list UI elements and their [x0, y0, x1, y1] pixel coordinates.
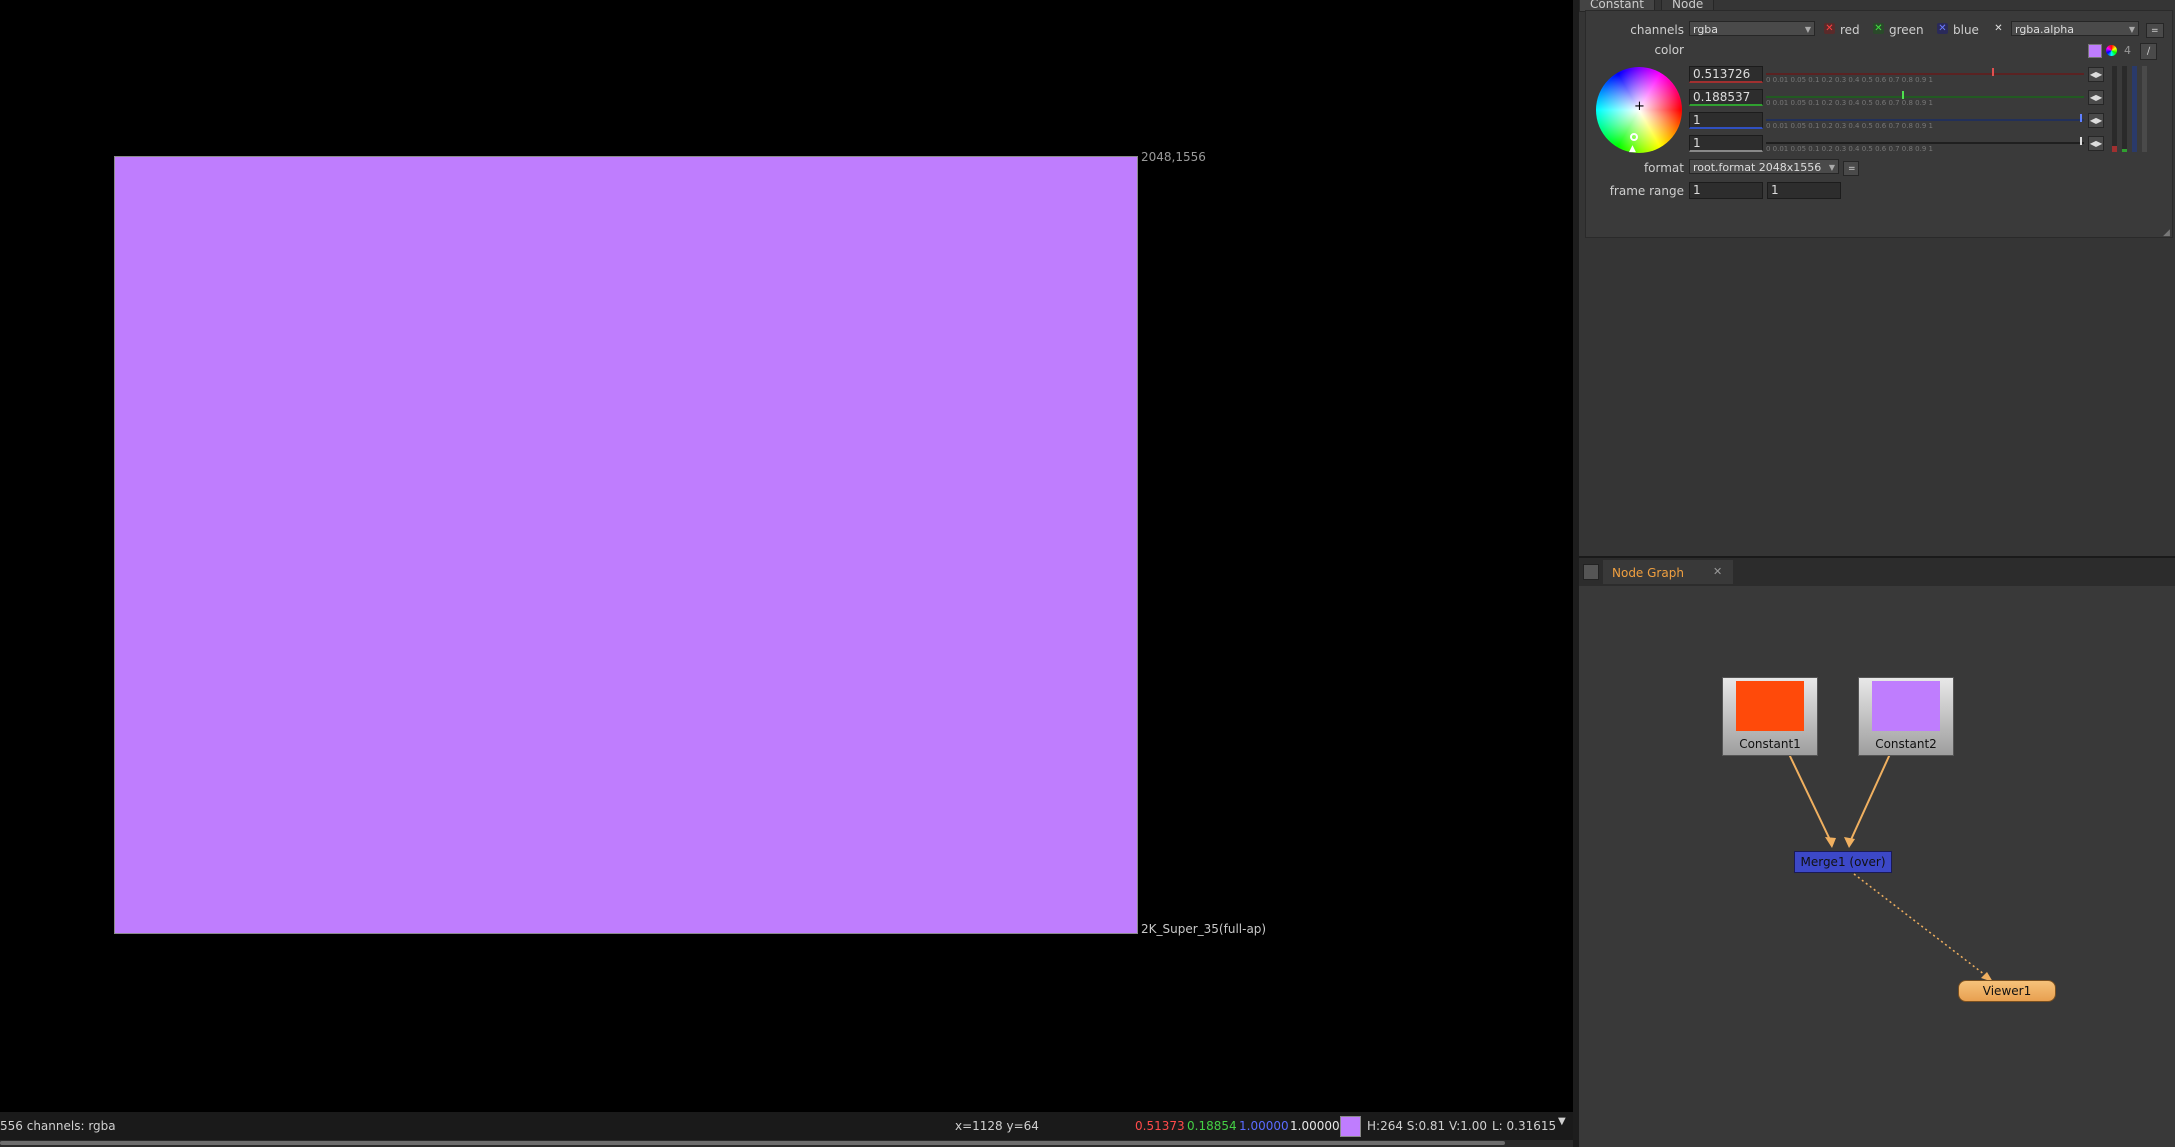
- format-label: format: [1643, 161, 1684, 175]
- arrow-head-b: [1844, 837, 1855, 848]
- slider-handle[interactable]: [2080, 114, 2082, 122]
- alpha-spinner-button[interactable]: ◀▶: [2088, 136, 2104, 151]
- channels-value: rgba: [1693, 23, 1719, 36]
- frame-range-label: frame range: [1609, 184, 1684, 198]
- blue-spinner-button[interactable]: ◀▶: [2088, 113, 2104, 128]
- color-green-field[interactable]: 0.188537: [1689, 89, 1763, 106]
- slider-handle[interactable]: [2080, 137, 2082, 145]
- slider-ticks: 0 0.01 0.05 0.1 0.2 0.3 0.4 0.5 0.6 0.7 …: [1766, 76, 1933, 84]
- cursor-coords: x=1128 y=64: [955, 1119, 1039, 1133]
- color-alpha-field[interactable]: 1: [1689, 135, 1763, 152]
- status-menu-icon[interactable]: ▼: [1558, 1116, 1566, 1127]
- color-blue-field[interactable]: 1: [1689, 112, 1763, 129]
- pixel-blue: 1.00000: [1239, 1119, 1289, 1133]
- pixel-green: 0.18854: [1187, 1119, 1237, 1133]
- node-viewer1[interactable]: Viewer1: [1958, 980, 2056, 1002]
- red-spinner-button[interactable]: ◀▶: [2088, 67, 2104, 82]
- color-blue-slider[interactable]: 0 0.01 0.05 0.1 0.2 0.3 0.4 0.5 0.6 0.7 …: [1766, 112, 2084, 130]
- slider-ticks: 0 0.01 0.05 0.1 0.2 0.3 0.4 0.5 0.6 0.7 …: [1766, 145, 1933, 153]
- color-red-field[interactable]: 0.513726: [1689, 66, 1763, 83]
- blue-checkbox[interactable]: ✕: [1937, 23, 1948, 34]
- alpha-channel-dropdown[interactable]: rgba.alpha ▼: [2011, 21, 2139, 36]
- green-spinner-button[interactable]: ◀▶: [2088, 90, 2104, 105]
- pixel-hsv: H:264 S:0.81 V:1.00: [1367, 1119, 1487, 1133]
- merge1-label: Merge1 (over): [1800, 855, 1886, 869]
- connection-merge-viewer: [1853, 873, 1990, 979]
- wheel-center-crosshair: +: [1634, 99, 1645, 114]
- color-wheel-toggle-icon[interactable]: [2106, 45, 2117, 56]
- alpha-checkbox[interactable]: ✕: [1993, 23, 2004, 34]
- chevron-down-icon: ▼: [1804, 25, 1811, 34]
- node-graph-tabbar: Node Graph ✕: [1579, 556, 2175, 586]
- pixel-swatch: [1340, 1116, 1361, 1137]
- slider-ticks: 0 0.01 0.05 0.1 0.2 0.3 0.4 0.5 0.6 0.7 …: [1766, 99, 1933, 107]
- blue-level-bar: [2132, 66, 2137, 152]
- node-constant2[interactable]: Constant2: [1858, 677, 1954, 756]
- arrow-head-a: [1825, 837, 1836, 848]
- format-dropdown[interactable]: root.format 2048x1556 ▼: [1689, 159, 1839, 174]
- resize-grip-icon[interactable]: ◢: [2163, 228, 2170, 238]
- green-level-bar: [2122, 66, 2127, 152]
- panel-menu-icon[interactable]: [1583, 564, 1599, 580]
- format-value: root.format 2048x1556: [1693, 161, 1822, 174]
- color-swatch-button[interactable]: [2088, 44, 2102, 58]
- red-checkbox[interactable]: ✕: [1824, 23, 1835, 34]
- slider-handle[interactable]: [1902, 91, 1904, 99]
- node-graph-tab-label: Node Graph: [1612, 566, 1684, 580]
- viewer1-label: Viewer1: [1982, 984, 2032, 998]
- constant2-label: Constant2: [1875, 737, 1937, 751]
- wheel-value-marker-icon[interactable]: ▲: [1629, 144, 1636, 154]
- viewer-status-bar: 556 channels: rgba x=1128 y=64 0.51373 0…: [0, 1112, 1573, 1140]
- channel-count-badge: 4: [2124, 44, 2131, 57]
- channels-dropdown[interactable]: rgba ▼: [1689, 21, 1815, 36]
- format-name-label: 2K_Super_35(full-ap): [1141, 922, 1267, 936]
- node-merge1[interactable]: Merge1 (over): [1794, 851, 1892, 873]
- constant2-thumbnail: [1872, 681, 1940, 731]
- status-info: 556 channels: rgba: [0, 1119, 116, 1133]
- constant1-label: Constant1: [1739, 737, 1801, 751]
- connection-constant2-merge: [1848, 753, 1891, 845]
- chevron-down-icon: ▼: [1828, 163, 1835, 172]
- viewer-image[interactable]: [114, 156, 1138, 934]
- chevron-down-icon: ▼: [2128, 25, 2135, 34]
- viewer-scroll-thumb[interactable]: [0, 1141, 1505, 1145]
- green-checkbox[interactable]: ✕: [1873, 23, 1884, 34]
- color-green-slider[interactable]: 0 0.01 0.05 0.1 0.2 0.3 0.4 0.5 0.6 0.7 …: [1766, 89, 2084, 107]
- green-label: green: [1889, 23, 1924, 37]
- tab-node-graph[interactable]: Node Graph ✕: [1603, 560, 1733, 584]
- frame-range-end-field[interactable]: 1: [1767, 182, 1841, 199]
- alpha-level-bar: [2142, 66, 2147, 152]
- format-corner-label: 2048,1556: [1141, 150, 1206, 164]
- channels-label: channels: [1630, 23, 1684, 37]
- wheel-picker-handle[interactable]: [1630, 133, 1638, 141]
- color-alpha-slider[interactable]: 0 0.01 0.05 0.1 0.2 0.3 0.4 0.5 0.6 0.7 …: [1766, 135, 2084, 153]
- red-label: red: [1840, 23, 1860, 37]
- color-red-slider[interactable]: 0 0.01 0.05 0.1 0.2 0.3 0.4 0.5 0.6 0.7 …: [1766, 66, 2084, 84]
- slider-ticks: 0 0.01 0.05 0.1 0.2 0.3 0.4 0.5 0.6 0.7 …: [1766, 122, 1933, 130]
- close-icon[interactable]: ✕: [1713, 565, 1722, 578]
- constant1-thumbnail: [1736, 681, 1804, 731]
- red-level-bar: [2112, 66, 2117, 152]
- color-label: color: [1654, 43, 1684, 57]
- curve-editor-icon[interactable]: ∕: [2140, 43, 2157, 60]
- pixel-luma: L: 0.31615: [1492, 1119, 1557, 1133]
- connection-constant1-merge: [1788, 753, 1833, 845]
- pixel-alpha: 1.00000: [1290, 1119, 1340, 1133]
- frame-range-start-field[interactable]: 1: [1689, 182, 1763, 199]
- node-constant1[interactable]: Constant1: [1722, 677, 1818, 756]
- alpha-channel-value: rgba.alpha: [2015, 23, 2075, 36]
- pixel-red: 0.51373: [1135, 1119, 1185, 1133]
- format-edit-button[interactable]: =: [1843, 161, 1859, 176]
- blue-label: blue: [1953, 23, 1979, 37]
- channels-link-button[interactable]: =: [2146, 23, 2164, 38]
- slider-handle[interactable]: [1992, 68, 1994, 76]
